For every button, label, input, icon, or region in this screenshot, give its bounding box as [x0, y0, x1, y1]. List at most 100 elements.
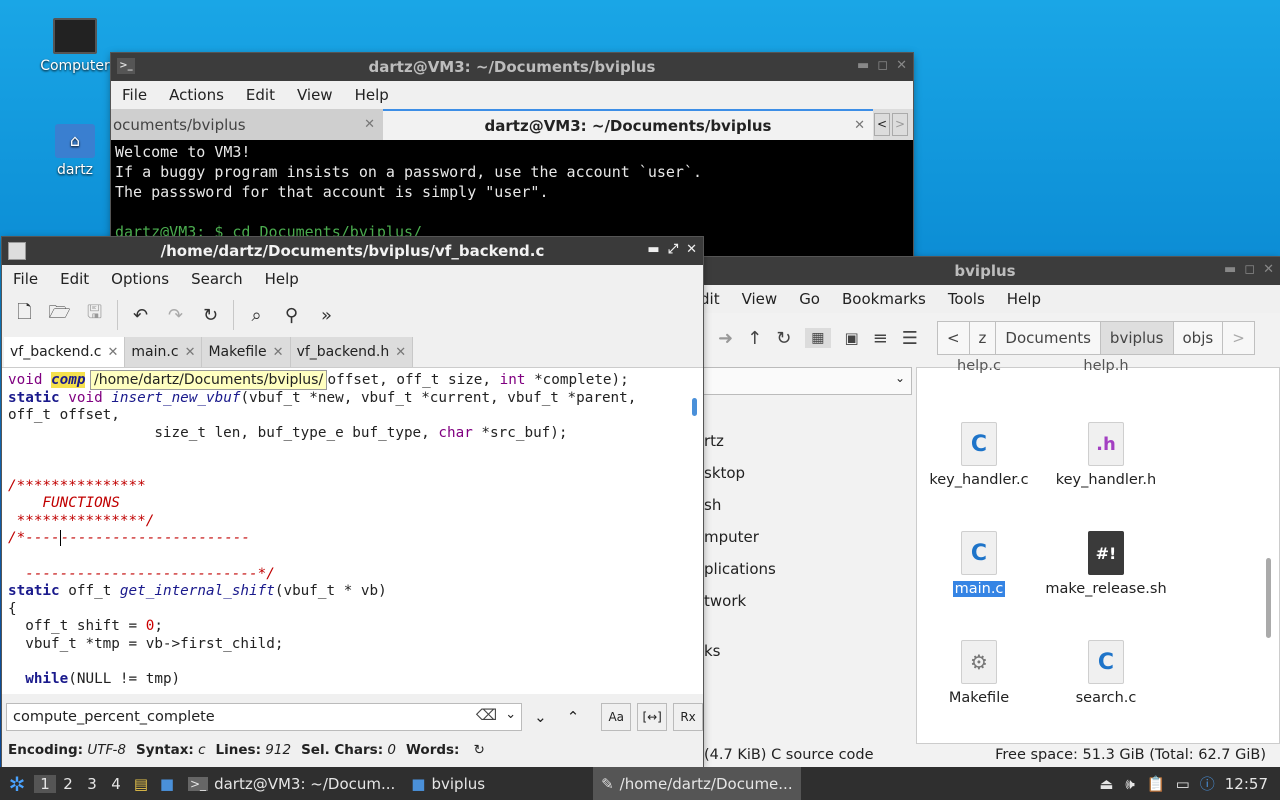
volume-icon[interactable]: 🕪 — [1125, 775, 1134, 793]
maximize-icon[interactable]: ◻ — [1244, 262, 1255, 277]
menu-file[interactable]: File — [2, 270, 49, 288]
find-previous-icon[interactable]: ⌃ — [567, 708, 580, 726]
workspace-3[interactable]: 3 — [80, 775, 104, 793]
open-folder-icon[interactable]: 🗁 — [43, 299, 76, 332]
editor-titlebar[interactable]: /home/dartz/Documents/bviplus/vf_backend… — [2, 237, 703, 265]
menu-actions[interactable]: Actions — [158, 86, 235, 104]
close-icon[interactable]: ✕ — [896, 58, 907, 73]
file-item-selected[interactable]: C main.c — [914, 531, 1044, 597]
file-manager-launcher-icon[interactable]: ▤ — [128, 775, 154, 793]
detailed-view-icon[interactable]: ☰ — [902, 328, 918, 349]
desktop-icon-computer[interactable]: Computer — [35, 18, 115, 74]
file-item[interactable]: help.h — [1041, 358, 1171, 376]
breadcrumb-item[interactable]: z — [968, 321, 997, 355]
sidebar-item-computer[interactable]: mputer — [704, 528, 759, 546]
clock[interactable]: 12:57 — [1225, 775, 1268, 793]
file-item[interactable]: help.c — [914, 358, 1044, 376]
scrollbar[interactable] — [1266, 558, 1271, 638]
close-icon[interactable]: ✕ — [273, 345, 284, 360]
chevron-down-icon[interactable]: ⌄ — [505, 707, 516, 722]
compact-view-icon[interactable]: ≡ — [873, 328, 888, 349]
icon-view-button[interactable]: ▦ — [805, 328, 831, 348]
breadcrumb-item[interactable]: objs — [1172, 321, 1224, 355]
find-next-icon[interactable]: ⌄ — [534, 708, 547, 726]
breadcrumb-item-current[interactable]: bviplus — [1099, 321, 1174, 355]
code-area[interactable]: void comp offset, off_t size, int *comple… — [2, 368, 703, 694]
menu-file[interactable]: File — [111, 86, 158, 104]
file-item[interactable]: #! make_release.sh — [1041, 531, 1171, 597]
show-desktop-icon[interactable]: ■ — [154, 775, 180, 793]
sidebar-item-desktop[interactable]: sktop — [704, 464, 745, 482]
sidebar-item-bookmarks[interactable]: ks — [704, 642, 721, 660]
menu-help[interactable]: Help — [996, 290, 1052, 308]
sidebar-places-dropdown[interactable]: ⌄ — [690, 367, 912, 395]
close-icon[interactable]: ✕ — [395, 345, 406, 360]
workspace-1[interactable]: 1 — [34, 774, 56, 793]
start-menu-icon[interactable]: ✲ — [0, 772, 34, 796]
clipboard-icon[interactable]: 📋 — [1147, 775, 1166, 793]
task-filemanager[interactable]: ■ bviplus — [403, 767, 593, 800]
sidebar-item-trash[interactable]: sh — [704, 496, 721, 514]
tab-vf-backend-h[interactable]: vf_backend.h ✕ — [290, 337, 414, 367]
breadcrumb-back[interactable]: < — [936, 321, 970, 355]
display-icon[interactable]: ▭ — [1176, 775, 1190, 793]
tab-makefile[interactable]: Makefile ✕ — [202, 337, 291, 367]
forward-icon[interactable]: ➜ — [718, 328, 733, 349]
match-case-icon[interactable]: Aa — [601, 703, 632, 731]
workspace-2[interactable]: 2 — [56, 775, 80, 793]
file-item[interactable]: .h key_handler.h — [1041, 422, 1171, 488]
undo-icon[interactable]: ↶ — [124, 299, 157, 332]
menu-edit[interactable]: Edit — [49, 270, 100, 288]
close-icon[interactable]: ✕ — [1263, 262, 1274, 277]
reload-icon[interactable]: ↻ — [194, 299, 227, 332]
menu-tools[interactable]: Tools — [937, 290, 996, 308]
maximize-icon[interactable]: ⤢ — [668, 242, 678, 257]
vertical-scrollbar[interactable] — [692, 398, 697, 416]
terminal-tab-active[interactable]: dartz@VM3: ~/Documents/bviplus ✕ — [383, 109, 873, 140]
minimize-icon[interactable]: ▬ — [647, 242, 659, 257]
close-icon[interactable]: ✕ — [854, 118, 865, 133]
menu-bookmarks[interactable]: Bookmarks — [831, 290, 937, 308]
save-icon[interactable]: 🖫 — [78, 299, 111, 332]
refresh-icon[interactable]: ↻ — [473, 742, 484, 758]
task-terminal[interactable]: >_ dartz@VM3: ~/Docum... — [180, 767, 403, 800]
close-icon[interactable]: ✕ — [686, 242, 697, 257]
notification-icon[interactable]: ⓘ — [1200, 773, 1215, 794]
minimize-icon[interactable]: ▬ — [857, 58, 869, 73]
maximize-icon[interactable]: ◻ — [877, 58, 888, 73]
tab-scroll-right[interactable]: > — [892, 113, 908, 136]
workspace-4[interactable]: 4 — [104, 775, 128, 793]
regex-icon[interactable]: Rx — [673, 703, 704, 731]
close-icon[interactable]: ✕ — [185, 345, 196, 360]
more-chevron-icon[interactable]: » — [310, 299, 343, 332]
file-item[interactable]: C search.c — [1041, 640, 1171, 706]
sidebar-item-network[interactable]: twork — [704, 592, 746, 610]
search-icon[interactable]: ⌕ — [240, 299, 273, 332]
menu-edit[interactable]: Edit — [235, 86, 286, 104]
menu-view[interactable]: View — [731, 290, 789, 308]
file-item[interactable]: ⚙ Makefile — [914, 640, 1044, 706]
menu-view[interactable]: View — [286, 86, 344, 104]
reload-icon[interactable]: ↻ — [776, 328, 791, 349]
find-replace-icon[interactable]: ⚲ — [275, 299, 308, 332]
minimize-icon[interactable]: ▬ — [1224, 262, 1236, 277]
breadcrumb-forward[interactable]: > — [1222, 321, 1255, 355]
whole-word-icon[interactable]: [↔] — [637, 703, 668, 731]
redo-icon[interactable]: ↷ — [159, 299, 192, 332]
search-input[interactable]: compute_percent_complete ⌫ ⌄ — [6, 703, 523, 731]
eject-icon[interactable]: ⏏ — [1099, 775, 1113, 793]
new-file-icon[interactable]: 🗋 — [8, 299, 41, 332]
tab-scroll-left[interactable]: < — [874, 113, 890, 136]
file-item[interactable]: C key_handler.c — [914, 422, 1044, 488]
sidebar-item-home[interactable]: rtz — [704, 432, 724, 450]
menu-options[interactable]: Options — [100, 270, 180, 288]
task-editor[interactable]: ✎ /home/dartz/Docume... — [593, 767, 801, 800]
thumbnail-view-icon[interactable]: ▣ — [845, 329, 859, 347]
up-arrow-icon[interactable]: ↑ — [747, 328, 762, 349]
terminal-tab[interactable]: ocuments/bviplus ✕ — [111, 109, 383, 140]
clear-icon[interactable]: ⌫ — [476, 706, 497, 724]
close-icon[interactable]: ✕ — [364, 117, 375, 132]
desktop-icon-home[interactable]: ⌂ dartz — [35, 124, 115, 178]
menu-go[interactable]: Go — [788, 290, 831, 308]
terminal-titlebar[interactable]: >_ dartz@VM3: ~/Documents/bviplus ▬ ◻ ✕ — [111, 53, 913, 81]
